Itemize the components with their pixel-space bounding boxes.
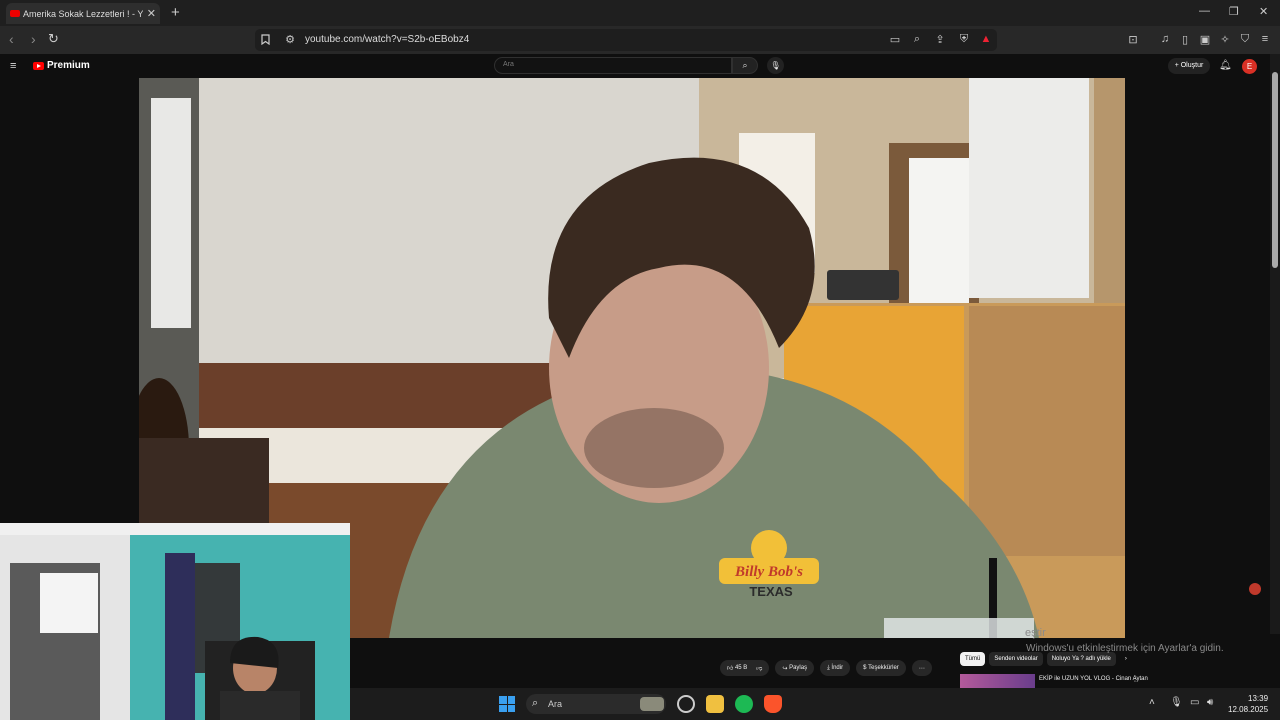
brave-browser-icon[interactable] — [764, 695, 782, 713]
media-icon[interactable]: ♫ — [1157, 31, 1173, 47]
share-icon: ↪ — [782, 665, 790, 672]
avatar[interactable]: E — [1242, 59, 1257, 74]
create-button[interactable]: + Oluştur — [1168, 58, 1210, 74]
recommendation-menu-icon[interactable]: ⋮ — [1131, 674, 1139, 683]
chip-noluyo[interactable]: Noluyo Ya ? adlı yükle — [1046, 652, 1116, 666]
chip-all[interactable]: Tümü — [960, 652, 986, 666]
share-label: Paylaş — [789, 665, 808, 671]
youtube-favicon-icon — [10, 10, 20, 17]
close-tab-icon[interactable]: ✕ — [147, 7, 156, 20]
windows-start-icon[interactable] — [499, 696, 515, 712]
thumbs-up-icon: 👍︎ — [727, 666, 735, 672]
brave-shields-icon[interactable]: ⛨ — [956, 31, 972, 47]
file-explorer-icon[interactable] — [706, 695, 724, 713]
clock-date: 12.08.2025 — [1228, 705, 1269, 714]
guide-menu-icon[interactable]: ≡ — [10, 60, 16, 72]
chip-from-channel[interactable]: Senden videolar — [989, 652, 1043, 666]
network-icon[interactable]: ▭ — [1190, 697, 1199, 708]
youtube-logo[interactable]: Premium — [33, 60, 90, 71]
scrollbar-thumb[interactable] — [1272, 72, 1278, 268]
create-label: Oluştur — [1180, 62, 1204, 69]
thanks-button[interactable]: $ Teşekkürler — [856, 660, 906, 676]
search-icon: ⌕ — [742, 60, 748, 70]
clock-time: 13:39 — [1248, 694, 1269, 703]
floating-widget-icon[interactable] — [1249, 583, 1261, 595]
cast-icon[interactable]: ▭ — [887, 31, 903, 47]
restore-icon[interactable]: ❐ — [1229, 5, 1239, 18]
close-window-icon[interactable]: ✕ — [1259, 5, 1268, 18]
logo-text: Premium — [47, 60, 90, 71]
recommendation-thumbnail[interactable] — [960, 674, 1035, 688]
search-highlight-icon[interactable] — [640, 697, 664, 711]
minimize-icon[interactable]: — — [1199, 5, 1210, 17]
volume-icon[interactable]: 🔊︎ — [1207, 697, 1213, 708]
activation-watermark-text: Windows'u etkinleştirmek için Ayarlar'a … — [1026, 643, 1224, 654]
more-actions-button[interactable]: ⋯ — [911, 660, 932, 676]
url-text[interactable]: youtube.com/watch?v=S2b-oEBobz4 — [305, 34, 469, 45]
taskbar-clock[interactable]: 13:39 12.08.2025 — [1228, 693, 1268, 715]
taskbar-search-icon: ⌕ — [532, 697, 539, 709]
tab-title: Amerika Sokak Lezzetleri ! - Y — [23, 8, 143, 19]
share-button[interactable]: ↪ Paylaş — [775, 660, 815, 676]
recommendation-chips: Tümü Senden videolar Noluyo Ya ? adlı yü… — [960, 652, 1132, 666]
new-tab-icon[interactable]: + — [171, 4, 180, 21]
chatgpt-icon[interactable] — [677, 695, 695, 713]
like-count: 45 B — [734, 665, 748, 671]
video-actions: 👍︎ 45 B 👎︎ ↪ Paylaş ⤓ İndir $ Teşekkürle… — [720, 660, 932, 676]
voice-search-icon[interactable]: 🎙 — [767, 57, 784, 74]
brave-rewards-icon[interactable]: ▲ — [978, 31, 994, 47]
tab-bar — [0, 0, 1280, 26]
youtube-play-icon — [33, 61, 44, 70]
notifications-bell-icon[interactable]: 🔔︎ — [1219, 60, 1232, 71]
search-placeholder: Ara — [503, 61, 514, 68]
wallet-icon[interactable]: ▣ — [1197, 31, 1213, 47]
reload-icon[interactable]: ↻ — [48, 31, 59, 47]
thanks-label: Teşekkürler — [868, 665, 899, 671]
sidebar-icon[interactable]: ▯ — [1177, 31, 1193, 47]
menu-icon[interactable]: ≡ — [1257, 31, 1273, 47]
search-button[interactable]: ⌕ — [732, 57, 758, 74]
like-button[interactable]: 👍︎ 45 B 👎︎ — [720, 660, 770, 676]
forward-icon[interactable]: › — [31, 31, 36, 47]
vpn-icon[interactable]: ⛉ — [1237, 31, 1253, 47]
site-settings-icon[interactable]: ⚙ — [282, 31, 298, 47]
zoom-icon[interactable]: ⌕ — [909, 31, 925, 47]
webcam-frame — [0, 523, 350, 720]
download-label: İndir — [831, 665, 844, 671]
spotify-icon[interactable] — [735, 695, 753, 713]
browser-tab[interactable]: Amerika Sokak Lezzetleri ! - Y ✕ — [6, 3, 160, 24]
shirt-logo-subtext: TEXAS — [749, 584, 793, 599]
webcam-overlay — [0, 523, 350, 720]
screenshot-icon[interactable]: ⊡ — [1125, 31, 1141, 47]
share-page-icon[interactable]: ⇪ — [932, 31, 948, 47]
back-icon[interactable]: ‹ — [9, 31, 14, 47]
chevron-right-icon[interactable]: › — [1120, 652, 1132, 666]
windows-taskbar — [350, 688, 1280, 720]
leo-ai-icon[interactable]: ✧ — [1217, 31, 1233, 47]
download-button[interactable]: ⤓ İndir — [820, 660, 851, 676]
microphone-icon[interactable]: 🎙︎ — [1170, 697, 1183, 708]
activation-watermark-title: eştir — [1025, 627, 1046, 639]
shirt-logo-text: Billy Bob's — [734, 564, 803, 580]
tray-overflow-icon[interactable]: ˄ — [1149, 697, 1155, 708]
thumbs-down-icon[interactable]: 👎︎ — [756, 664, 762, 672]
bookmark-icon[interactable] — [257, 31, 273, 47]
taskbar-search-label: Ara — [548, 699, 563, 709]
search-input[interactable]: Ara — [494, 57, 732, 74]
